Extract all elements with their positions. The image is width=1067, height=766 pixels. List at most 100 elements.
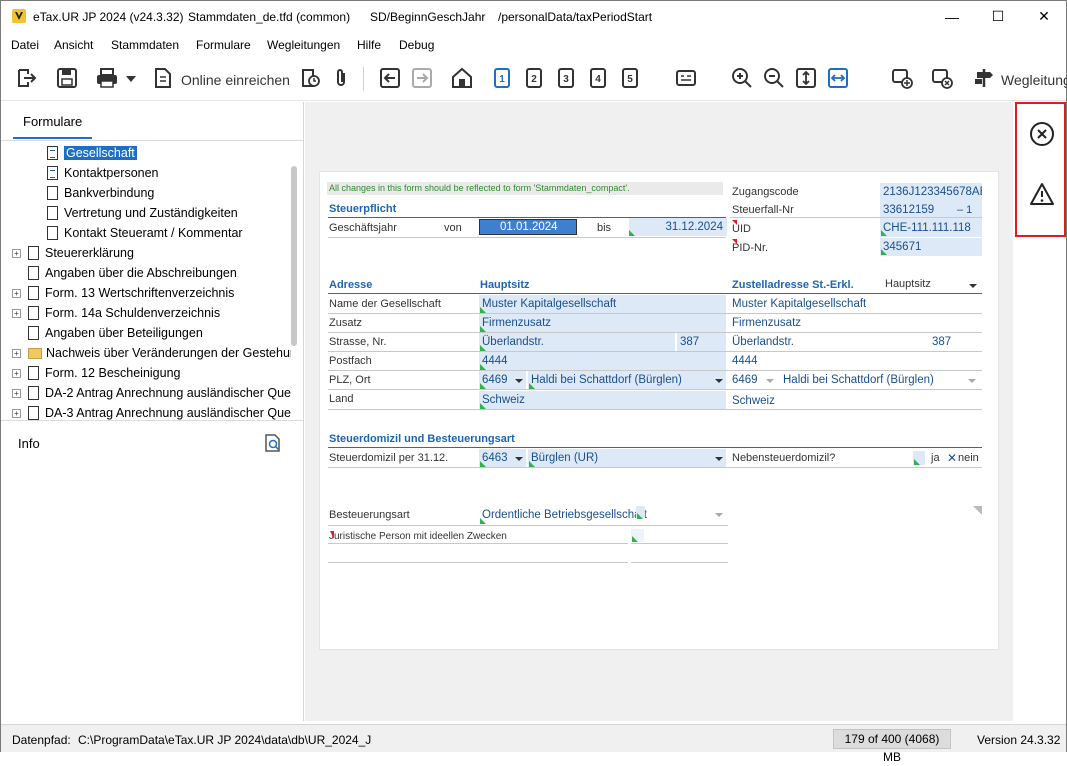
save-icon[interactable] xyxy=(55,66,79,90)
expand-toggle-icon[interactable]: + xyxy=(12,389,21,398)
page-4-button[interactable]: 4 xyxy=(586,66,610,90)
menu-hilfe[interactable]: Hilfe xyxy=(357,38,381,52)
expand-toggle-icon[interactable]: + xyxy=(12,289,21,298)
back-icon[interactable] xyxy=(378,66,402,90)
attachment-icon[interactable] xyxy=(329,66,353,90)
uid-input[interactable]: CHE-111.111.118 xyxy=(880,219,982,237)
von-input[interactable]: 01.01.2024 xyxy=(479,219,577,235)
zoom-out-icon[interactable] xyxy=(762,66,786,90)
tree-item-kontakt-steueramt[interactable]: Kontakt Steueramt / Kommentar xyxy=(47,223,243,243)
close-circle-icon[interactable] xyxy=(1029,121,1055,147)
zustell-postfach: 4444 xyxy=(732,355,758,367)
required-marker xyxy=(330,531,334,539)
besteuerungsart-select[interactable]: Ordentliche Betriebsgesellschaft xyxy=(479,506,647,524)
wegleitung-button[interactable]: Wegleitung xyxy=(1001,72,1067,88)
minimize-button[interactable]: — xyxy=(929,1,975,32)
zusatz-input[interactable]: Firmenzusatz xyxy=(479,314,726,332)
toolbar-separator xyxy=(363,67,364,91)
remove-note-icon[interactable] xyxy=(930,66,954,90)
row-rule xyxy=(328,389,982,390)
tree-scrollbar[interactable] xyxy=(291,166,297,346)
chevron-down-icon[interactable] xyxy=(715,379,723,383)
steuerfall-suffix: – 1 xyxy=(957,204,973,216)
page-2-button[interactable]: 2 xyxy=(522,66,546,90)
online-einreichen-button[interactable]: Online einreichen xyxy=(181,72,290,88)
chevron-down-icon[interactable] xyxy=(715,457,723,461)
file-name: Stammdaten_de.tfd (common) xyxy=(188,10,351,24)
forward-icon[interactable] xyxy=(410,66,434,90)
submit-icon[interactable] xyxy=(151,66,175,90)
expand-toggle-icon[interactable]: + xyxy=(12,369,21,378)
zustelladresse-select[interactable]: Hauptsitz xyxy=(882,275,931,293)
maximize-button[interactable]: ☐ xyxy=(975,1,1021,32)
tree-item-gesellschaft[interactable]: Gesellschaft xyxy=(47,143,137,163)
field-marker xyxy=(881,230,887,236)
document-search-icon[interactable] xyxy=(264,434,282,452)
exit-icon[interactable] xyxy=(15,66,39,90)
expand-toggle-icon[interactable]: + xyxy=(12,349,21,358)
print-dropdown-icon[interactable] xyxy=(126,76,136,82)
land-input[interactable]: Schweiz xyxy=(479,391,726,410)
title-bar: eTax.UR JP 2024 (v24.3.32) Stammdaten_de… xyxy=(1,1,1066,32)
field-marker xyxy=(629,230,635,236)
domizil-ort-select[interactable]: Bürglen (UR) xyxy=(528,449,726,467)
tree-item-form12[interactable]: Form. 12 Bescheinigung xyxy=(28,363,181,383)
tree-item-kontaktpersonen[interactable]: Kontaktpersonen xyxy=(47,163,159,183)
print-icon[interactable] xyxy=(95,66,119,90)
menu-debug[interactable]: Debug xyxy=(399,38,434,52)
history-icon[interactable] xyxy=(298,66,322,90)
menu-ansicht[interactable]: Ansicht xyxy=(54,38,93,52)
chevron-down-icon[interactable] xyxy=(515,379,523,383)
expand-toggle-icon[interactable]: + xyxy=(12,409,21,418)
fit-height-icon[interactable] xyxy=(794,66,818,90)
tree-item-bankverbindung[interactable]: Bankverbindung xyxy=(47,183,154,203)
menu-datei[interactable]: Datei xyxy=(11,38,39,52)
form-view-icon[interactable] xyxy=(674,66,698,90)
hauptsitz-heading: Hauptsitz xyxy=(480,279,530,291)
tree-item-label: Gesellschaft xyxy=(64,146,137,160)
tree-item-vertretung[interactable]: Vertretung und Zuständigkeiten xyxy=(47,203,238,223)
zustell-hausnummer: 387 xyxy=(932,336,952,348)
chevron-down-icon[interactable] xyxy=(715,513,723,517)
zoom-in-icon[interactable] xyxy=(730,66,754,90)
strasse-input[interactable]: Überlandstr. xyxy=(479,333,675,351)
tree-item-form13[interactable]: Form. 13 Wertschriftenverzeichnis xyxy=(28,283,234,303)
tree-item-form14a[interactable]: Form. 14a Schuldenverzeichnis xyxy=(28,303,220,323)
menu-formulare[interactable]: Formulare xyxy=(196,38,251,52)
postfach-input[interactable]: 4444 xyxy=(479,352,726,370)
ort-select[interactable]: Haldi bei Schattdorf (Bürglen) xyxy=(528,371,726,389)
name-input[interactable]: Muster Kapitalgesellschaft xyxy=(479,295,726,313)
page-5-button[interactable]: 5 xyxy=(618,66,642,90)
add-note-icon[interactable] xyxy=(890,66,914,90)
menu-wegleitungen[interactable]: Wegleitungen xyxy=(267,38,340,52)
signpost-icon[interactable] xyxy=(972,66,996,90)
home-icon[interactable] xyxy=(450,66,474,90)
warning-icon[interactable] xyxy=(1029,182,1055,206)
tree-item-nachweis[interactable]: Nachweis über Veränderungen der Gestehun… xyxy=(28,343,291,363)
info-title: Info xyxy=(18,436,40,451)
zusatz-label: Zusatz xyxy=(329,317,363,329)
page-3-button[interactable]: 3 xyxy=(554,66,578,90)
expand-toggle-icon[interactable]: + xyxy=(12,249,21,258)
bis-input[interactable]: 31.12.2024 xyxy=(629,218,727,236)
tree-item-label: Kontaktpersonen xyxy=(64,166,159,180)
chevron-down-icon[interactable] xyxy=(515,457,523,461)
pid-input[interactable]: 345671 xyxy=(880,238,982,256)
page-1-button[interactable]: 1 xyxy=(490,66,514,90)
expand-toggle-icon[interactable]: + xyxy=(12,309,21,318)
tree-item-steuererklaerung[interactable]: Steuererklärung xyxy=(28,243,134,263)
tree-item-da3[interactable]: DA-3 Antrag Anrechnung ausländischer Que… xyxy=(28,403,291,421)
left-panel: Formulare Gesellschaft Kontaktpersonen B… xyxy=(1,102,304,721)
menu-stammdaten[interactable]: Stammdaten xyxy=(111,38,179,52)
close-button[interactable]: ✕ xyxy=(1021,1,1067,32)
tree-item-label: Form. 13 Wertschriftenverzeichnis xyxy=(45,286,235,300)
tree-item-beteiligungen[interactable]: Angaben über Beteiligungen xyxy=(28,323,203,343)
hausnummer-input[interactable]: 387 xyxy=(677,333,726,351)
nein-checkbox[interactable]: ✕ xyxy=(947,451,957,465)
chevron-down-icon[interactable] xyxy=(969,284,977,288)
tree-item-da2[interactable]: DA-2 Antrag Anrechnung ausländischer Que… xyxy=(28,383,291,403)
document-icon xyxy=(47,146,58,160)
row-rule xyxy=(328,525,728,526)
fit-width-icon[interactable] xyxy=(826,66,850,90)
tree-item-abschreibungen[interactable]: Angaben über die Abschreibungen xyxy=(28,263,237,283)
